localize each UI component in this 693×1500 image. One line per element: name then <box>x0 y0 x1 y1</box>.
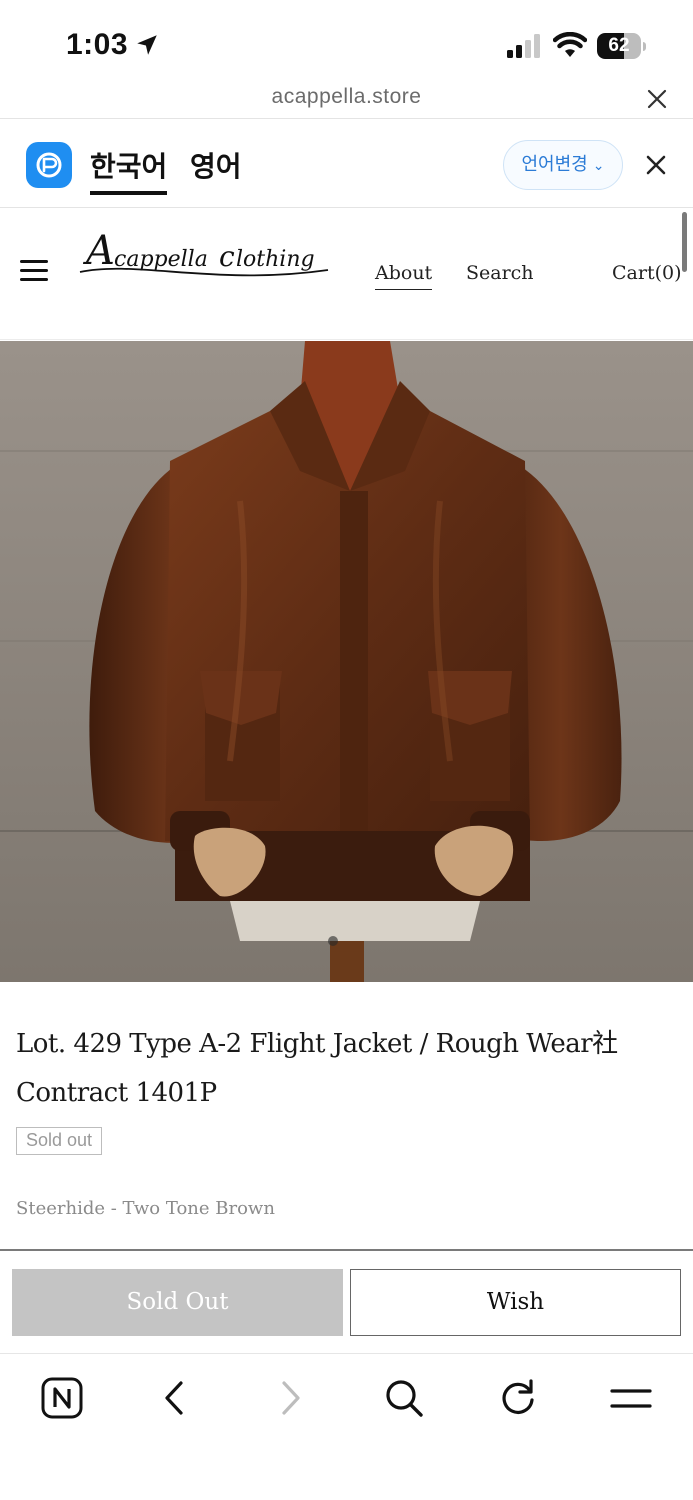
nav-cart-link[interactable]: Cart(0) <box>612 262 682 284</box>
svg-text:A: A <box>82 228 115 274</box>
back-icon[interactable] <box>153 1376 197 1420</box>
divider <box>0 1249 693 1251</box>
product-title: Lot. 429 Type A-2 Flight Jacket / Rough … <box>16 1020 656 1118</box>
chevron-down-icon: ⌄ <box>592 157 605 173</box>
carousel-indicator[interactable] <box>328 936 338 946</box>
nav-search-link[interactable]: Search <box>466 262 534 284</box>
site-header: A cappella c lothing About Search Cart(0… <box>0 208 693 340</box>
product-image[interactable] <box>0 341 693 982</box>
scrollbar[interactable] <box>682 212 687 272</box>
search-icon[interactable] <box>382 1376 426 1420</box>
url-bar[interactable]: acappella.store <box>0 80 693 118</box>
close-icon[interactable] <box>646 88 668 110</box>
browser-toolbar <box>0 1353 693 1500</box>
sold-out-button[interactable]: Sold Out <box>12 1269 343 1336</box>
hamburger-menu-icon[interactable] <box>20 260 50 284</box>
cellular-signal-icon <box>507 34 540 58</box>
menu-icon[interactable] <box>609 1376 653 1420</box>
translation-bar: 한국어 영어 언어변경 ⌄ <box>0 118 693 208</box>
url-text[interactable]: acappella.store <box>0 85 693 109</box>
product-title-line2: Contract 1401P <box>16 1078 217 1108</box>
location-arrow-icon <box>137 35 157 55</box>
status-time: 1:03 <box>66 28 129 61</box>
sold-out-badge: Sold out <box>16 1127 103 1155</box>
tab-language-korean[interactable]: 한국어 <box>90 145 168 195</box>
product-title-line1: Lot. 429 Type A-2 Flight Jacket / Rough … <box>16 1029 618 1059</box>
svg-text:c: c <box>219 240 235 273</box>
language-change-button[interactable]: 언어변경 ⌄ <box>503 140 623 190</box>
forward-icon[interactable] <box>268 1376 312 1420</box>
wish-button[interactable]: Wish <box>350 1269 681 1336</box>
wifi-icon <box>553 32 587 57</box>
battery-percent: 62 <box>608 35 630 56</box>
close-icon[interactable] <box>645 154 667 176</box>
product-option: Steerhide - Two Tone Brown <box>16 1198 275 1219</box>
language-change-label: 언어변경 <box>521 154 588 174</box>
brand-logo[interactable]: A cappella c lothing <box>76 216 336 286</box>
battery-icon: 62 <box>597 33 647 59</box>
svg-text:lothing: lothing <box>236 247 315 272</box>
reload-icon[interactable] <box>496 1376 540 1420</box>
naver-home-icon[interactable] <box>40 1376 84 1420</box>
nav-about-link[interactable]: About <box>375 262 433 290</box>
papago-logo-icon[interactable] <box>26 142 72 188</box>
tab-language-english[interactable]: 영어 <box>190 145 242 185</box>
status-bar: 1:03 62 <box>0 0 693 90</box>
